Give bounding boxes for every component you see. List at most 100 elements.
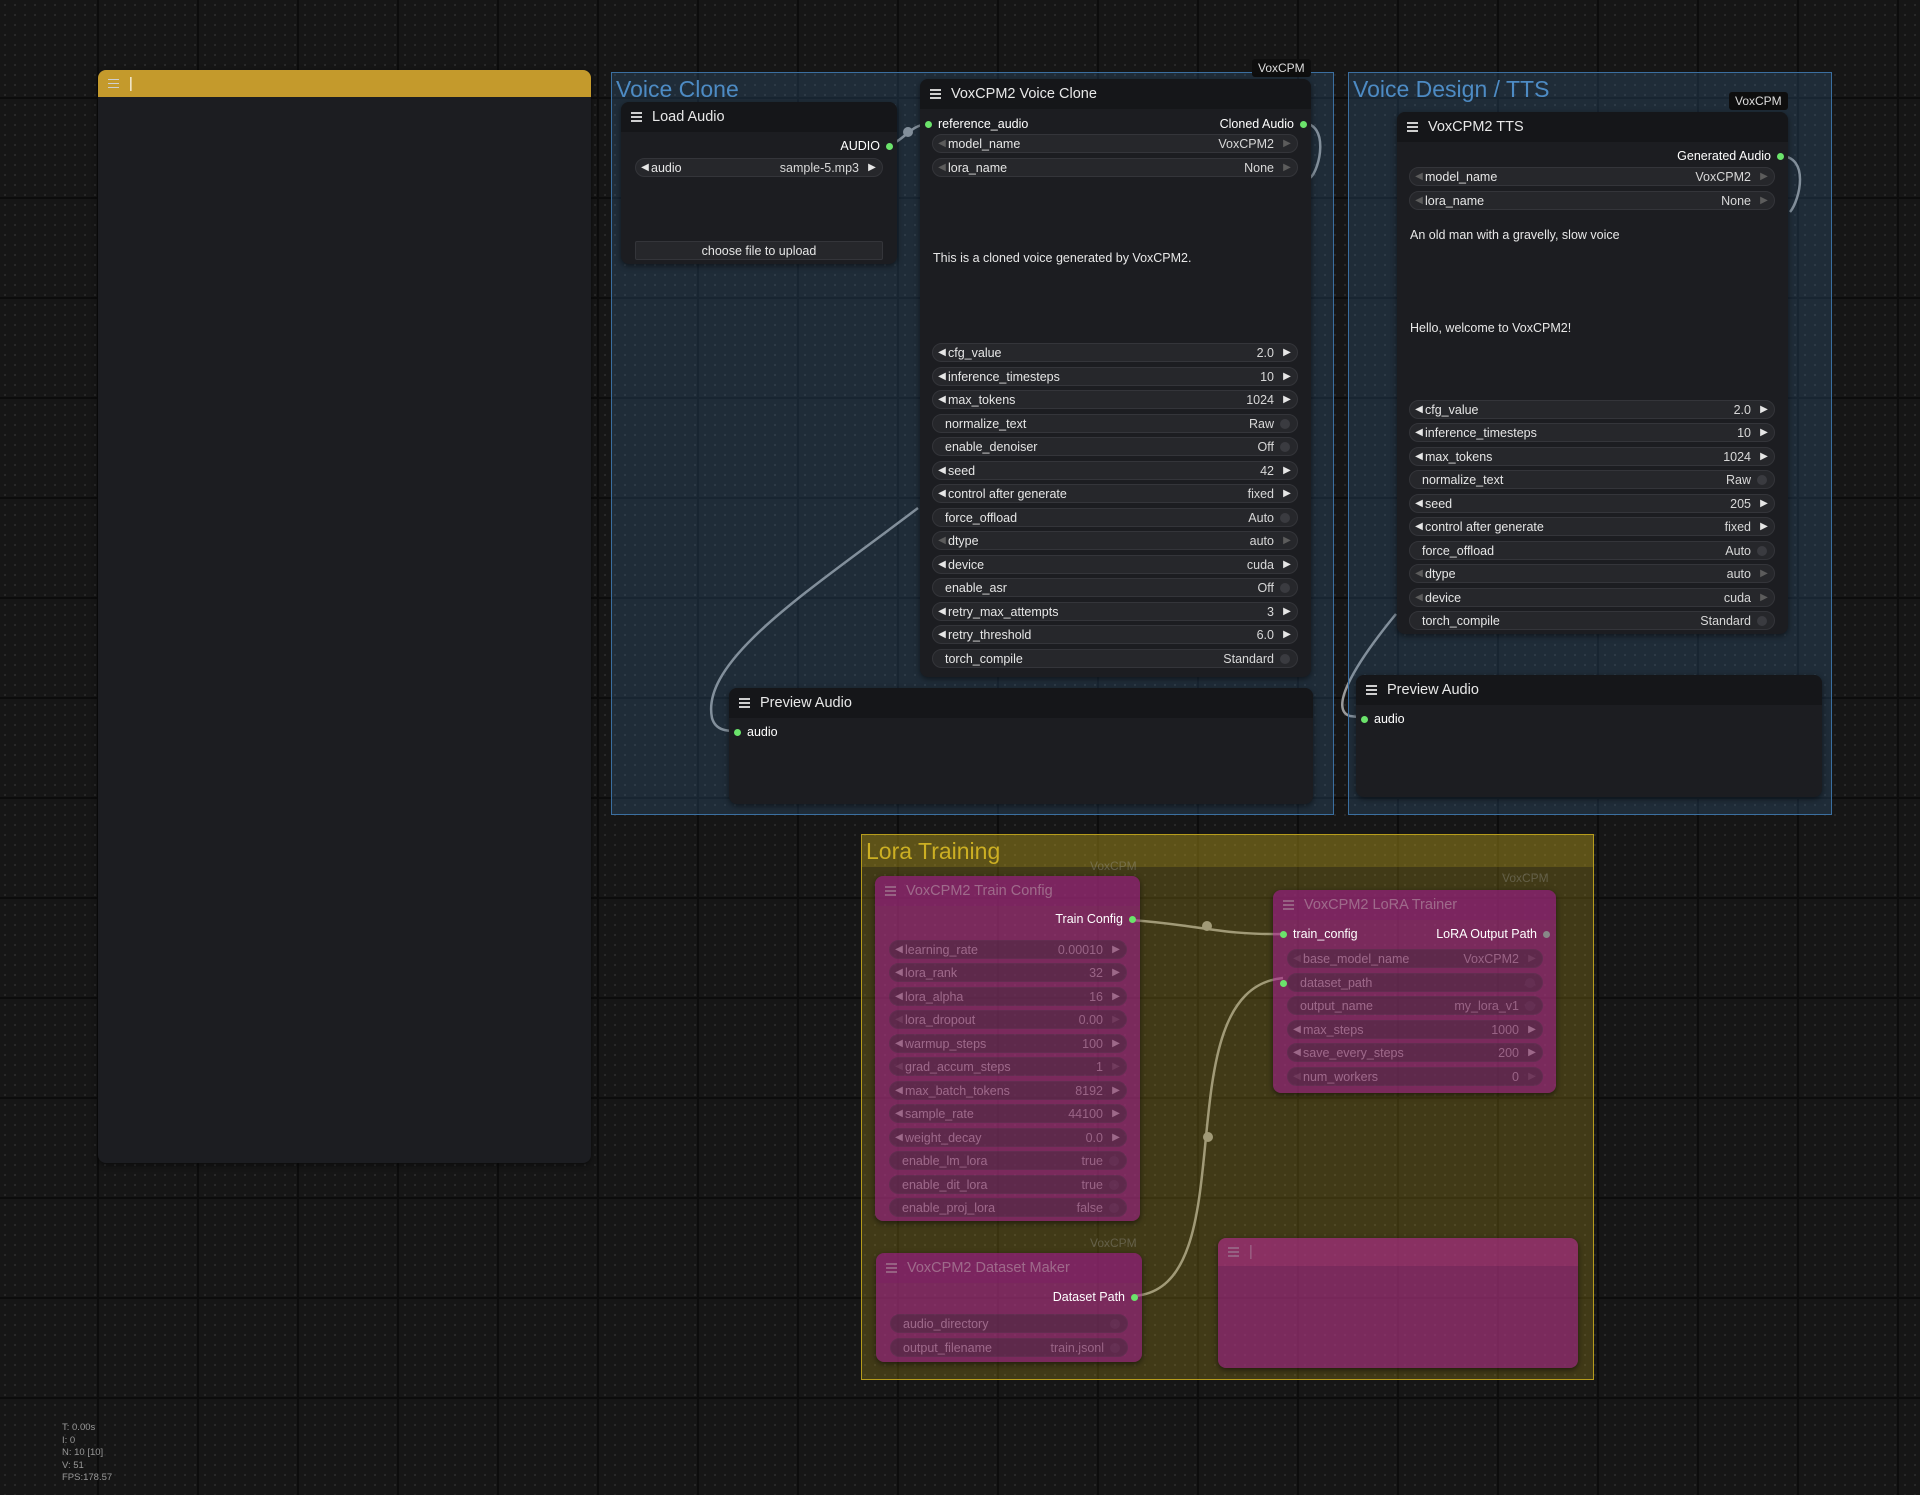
arrow-left-icon[interactable]: ◀	[893, 1085, 905, 1096]
group-title[interactable]: Voice Design / TTS	[1353, 73, 1549, 105]
arrow-right-icon[interactable]: ▶	[1757, 498, 1771, 509]
toggle-icon[interactable]	[1110, 1318, 1120, 1329]
dataset-maker-node[interactable]: VoxCPM2 Dataset Maker Dataset Path audio…	[876, 1253, 1142, 1362]
output-slot-generated-audio[interactable]: Generated Audio	[1677, 149, 1784, 163]
arrow-left-icon[interactable]: ◀	[1413, 171, 1425, 182]
toggle-icon[interactable]	[1757, 545, 1767, 556]
widget-enable-denoiser[interactable]: enable_denoiser Off	[932, 437, 1298, 456]
arrow-left-icon[interactable]: ◀	[1291, 1071, 1303, 1082]
toggle-icon[interactable]	[1109, 1202, 1119, 1213]
widget-weight-decay[interactable]: ◀ weight_decay 0.0 ▶	[889, 1128, 1127, 1147]
slot-dot[interactable]	[1280, 980, 1287, 987]
arrow-left-icon[interactable]: ◀	[1291, 953, 1303, 964]
output-slot-dataset-path[interactable]: Dataset Path	[1053, 1290, 1138, 1304]
input-slot-dataset-path[interactable]	[1280, 975, 1287, 990]
arrow-right-icon[interactable]: ▶	[1109, 967, 1123, 978]
input-slot-train-config[interactable]: train_config	[1280, 927, 1358, 941]
arrow-right-icon[interactable]: ▶	[1757, 592, 1771, 603]
tts-node[interactable]: VoxCPM2 TTS Generated Audio ◀ model_name V…	[1397, 112, 1788, 634]
arrow-right-icon[interactable]: ▶	[1109, 1085, 1123, 1096]
slot-dot[interactable]	[886, 142, 893, 150]
arrow-left-icon[interactable]: ◀	[893, 1061, 905, 1072]
widget-num-workers[interactable]: ◀ num_workers 0 ▶	[1287, 1067, 1543, 1086]
slot-dot[interactable]	[1361, 715, 1368, 723]
widget-enable-dit-lora[interactable]: enable_dit_lora true	[889, 1175, 1127, 1194]
widget-model-name[interactable]: ◀ model_name VoxCPM2 ▶	[932, 134, 1298, 153]
widget-cfg-value[interactable]: ◀ cfg_value 2.0 ▶	[1409, 400, 1775, 419]
widget-lora-rank[interactable]: ◀ lora_rank 32 ▶	[889, 963, 1127, 982]
arrow-left-icon[interactable]: ◀	[936, 559, 948, 570]
widget-inference-timesteps[interactable]: ◀ inference_timesteps 10 ▶	[1409, 423, 1775, 442]
slot-dot[interactable]	[1777, 152, 1784, 160]
arrow-right-icon[interactable]: ▶	[1525, 1047, 1539, 1058]
widget-lora-name[interactable]: ◀ lora_name None ▶	[1409, 191, 1775, 210]
arrow-left-icon[interactable]: ◀	[893, 991, 905, 1002]
widget-lora-alpha[interactable]: ◀ lora_alpha 16 ▶	[889, 987, 1127, 1006]
widget-device[interactable]: ◀ device cuda ▶	[932, 555, 1298, 574]
arrow-right-icon[interactable]: ▶	[1280, 488, 1294, 499]
toggle-icon[interactable]	[1280, 582, 1290, 593]
note-node[interactable]: |	[98, 70, 591, 1163]
train-config-node[interactable]: VoxCPM2 Train Config Train Config ◀ learn…	[875, 876, 1140, 1221]
arrow-left-icon[interactable]: ◀	[1413, 568, 1425, 579]
widget-inference-timesteps[interactable]: ◀ inference_timesteps 10 ▶	[932, 367, 1298, 386]
menu-icon[interactable]	[1228, 1245, 1239, 1259]
arrow-left-icon[interactable]: ◀	[936, 394, 948, 405]
widget-device[interactable]: ◀ device cuda ▶	[1409, 588, 1775, 607]
widget-sample-rate[interactable]: ◀ sample_rate 44100 ▶	[889, 1104, 1127, 1123]
menu-icon[interactable]	[108, 76, 119, 90]
widget-force-offload[interactable]: force_offload Auto	[932, 508, 1298, 527]
arrow-left-icon[interactable]: ◀	[1413, 451, 1425, 462]
preview-audio-node[interactable]: Preview Audio audio	[1356, 675, 1822, 797]
widget-enable-asr[interactable]: enable_asr Off	[932, 578, 1298, 597]
widget-grad-accum-steps[interactable]: ◀ grad_accum_steps 1 ▶	[889, 1057, 1127, 1076]
arrow-right-icon[interactable]: ▶	[1525, 953, 1539, 964]
slot-dot[interactable]	[1131, 1293, 1138, 1301]
toggle-icon[interactable]	[1757, 615, 1767, 626]
node-header[interactable]: Preview Audio	[729, 688, 1313, 718]
slot-dot[interactable]	[1300, 120, 1307, 128]
slot-dot[interactable]	[1280, 930, 1287, 938]
menu-icon[interactable]	[631, 110, 642, 124]
output-slot-audio[interactable]: AUDIO	[840, 139, 893, 153]
widget-normalize-text[interactable]: normalize_text Raw	[932, 414, 1298, 433]
widget-seed[interactable]: ◀ seed 42 ▶	[932, 461, 1298, 480]
arrow-left-icon[interactable]: ◀	[936, 138, 948, 149]
toggle-icon[interactable]	[1525, 977, 1535, 988]
toggle-icon[interactable]	[1757, 474, 1767, 485]
widget-max-tokens[interactable]: ◀ max_tokens 1024 ▶	[1409, 447, 1775, 466]
arrow-right-icon[interactable]: ▶	[1280, 559, 1294, 570]
toggle-icon[interactable]	[1110, 1342, 1120, 1353]
arrow-left-icon[interactable]: ◀	[1413, 592, 1425, 603]
text-input[interactable]: This is a cloned voice generated by VoxC…	[933, 251, 1191, 265]
node-header[interactable]: Load Audio	[621, 102, 897, 132]
node-header[interactable]: |	[98, 70, 591, 97]
arrow-right-icon[interactable]: ▶	[1757, 427, 1771, 438]
arrow-left-icon[interactable]: ◀	[893, 1014, 905, 1025]
toggle-icon[interactable]	[1109, 1155, 1119, 1166]
widget-normalize-text[interactable]: normalize_text Raw	[1409, 470, 1775, 489]
widget-learning-rate[interactable]: ◀ learning_rate 0.00010 ▶	[889, 940, 1127, 959]
arrow-right-icon[interactable]: ▶	[1280, 371, 1294, 382]
arrow-left-icon[interactable]: ◀	[893, 1038, 905, 1049]
arrow-right-icon[interactable]: ▶	[1525, 1024, 1539, 1035]
node-header[interactable]: |	[1218, 1238, 1578, 1266]
arrow-right-icon[interactable]: ▶	[1280, 347, 1294, 358]
toggle-icon[interactable]	[1109, 1179, 1119, 1190]
widget-lora-dropout[interactable]: ◀ lora_dropout 0.00 ▶	[889, 1010, 1127, 1029]
widget-dataset-path[interactable]: dataset_path	[1287, 973, 1543, 992]
load-audio-node[interactable]: Load Audio AUDIO ◀ audio sample-5.mp3 ▶ …	[621, 102, 897, 264]
arrow-right-icon[interactable]: ▶	[1280, 629, 1294, 640]
menu-icon[interactable]	[1283, 898, 1294, 912]
lora-trainer-node[interactable]: VoxCPM2 LoRA Trainer train_config LoRA O…	[1273, 890, 1556, 1093]
output-slot-train-config[interactable]: Train Config	[1055, 912, 1136, 926]
arrow-left-icon[interactable]: ◀	[1413, 521, 1425, 532]
voice-clone-node[interactable]: VoxCPM2 Voice Clone reference_audio Clon…	[920, 79, 1311, 677]
group-title[interactable]: Voice Clone	[616, 73, 739, 105]
arrow-right-icon[interactable]: ▶	[1280, 138, 1294, 149]
arrow-right-icon[interactable]: ▶	[1109, 991, 1123, 1002]
toggle-icon[interactable]	[1280, 512, 1290, 523]
arrow-right-icon[interactable]: ▶	[1280, 465, 1294, 476]
arrow-right-icon[interactable]: ▶	[1109, 1132, 1123, 1143]
input-slot-reference-audio[interactable]: reference_audio	[925, 117, 1028, 131]
